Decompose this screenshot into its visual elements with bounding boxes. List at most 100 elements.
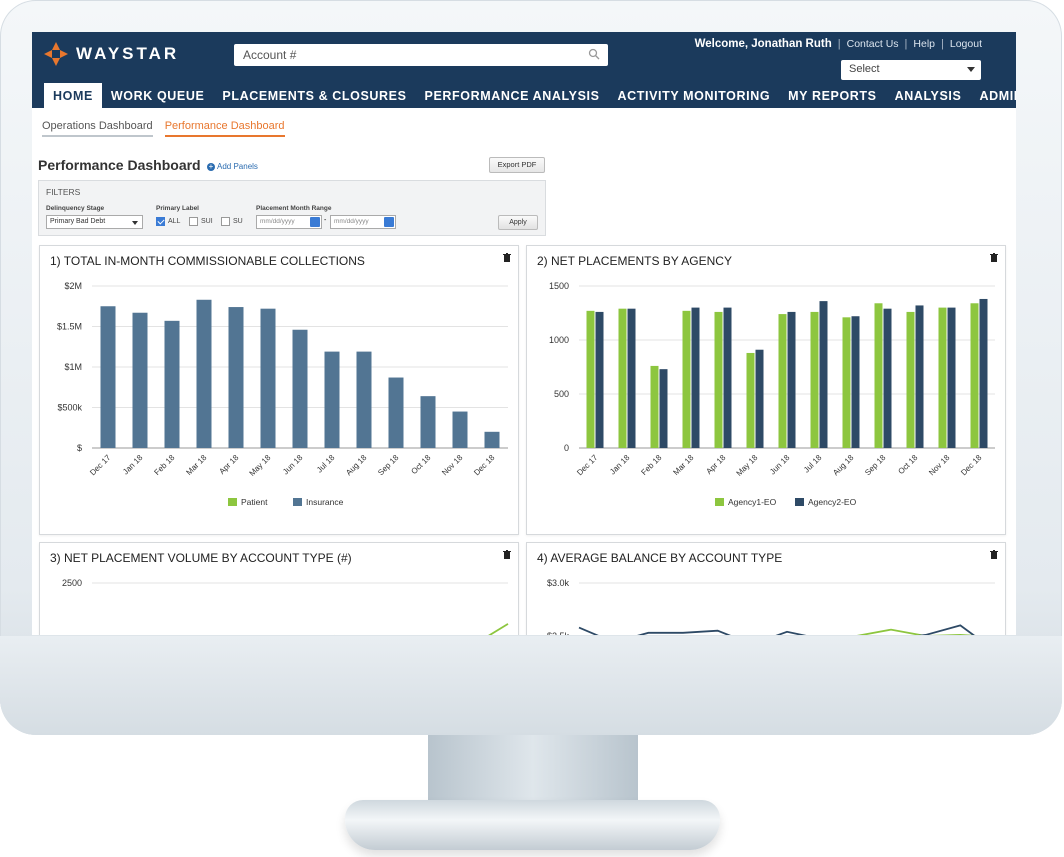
trash-icon[interactable] — [990, 550, 998, 559]
checkbox-su[interactable]: SU — [221, 217, 243, 226]
x-tick-label: Sep 18 — [376, 453, 401, 478]
checkbox-checked-icon — [156, 217, 165, 226]
legend-label: Agency1-EO — [728, 497, 777, 507]
nav-home[interactable]: HOME — [44, 83, 102, 108]
x-tick-label: Mar 18 — [184, 453, 208, 477]
bar — [292, 329, 308, 448]
header-select[interactable]: Select — [841, 60, 981, 80]
bar — [883, 308, 892, 448]
bar — [787, 311, 796, 448]
panel-average-balance: 4) AVERAGE BALANCE BY ACCOUNT TYPE $2.0k… — [526, 542, 1006, 635]
logo[interactable]: WAYSTAR — [44, 42, 179, 66]
y-tick-label: 2500 — [62, 578, 82, 588]
bar — [915, 305, 924, 448]
bar — [723, 307, 732, 448]
bar — [714, 311, 723, 448]
bar — [682, 310, 691, 448]
x-tick-label: Jun 18 — [281, 453, 305, 477]
x-tick-label: Jan 18 — [608, 453, 632, 477]
x-tick-label: May 18 — [734, 453, 759, 478]
start-date-placeholder: mm/dd/yyyy — [260, 218, 295, 225]
bar — [420, 396, 436, 448]
nav-analysis[interactable]: ANALYSIS — [886, 83, 971, 108]
trash-icon[interactable] — [503, 550, 511, 559]
nav-admin[interactable]: ADMIN — [970, 83, 1016, 108]
nav-work-queue[interactable]: WORK QUEUE — [102, 83, 214, 108]
end-date-input[interactable]: mm/dd/yyyy — [330, 215, 396, 229]
checkbox-sui-label: SUI — [201, 218, 213, 225]
bar — [260, 308, 276, 448]
bar — [627, 308, 636, 448]
nav-my-reports[interactable]: MY REPORTS — [779, 83, 885, 108]
nav-placements-closures[interactable]: PLACEMENTS & CLOSURES — [213, 83, 415, 108]
y-tick-label: $ — [77, 443, 82, 453]
export-pdf-button[interactable]: Export PDF — [489, 157, 545, 173]
logout-link[interactable]: Logout — [950, 38, 982, 50]
plus-icon: + — [207, 161, 215, 171]
delinquency-select[interactable]: Primary Bad Debt — [46, 215, 143, 229]
delinquency-value: Primary Bad Debt — [50, 218, 106, 225]
tab-performance-dashboard[interactable]: Performance Dashboard — [164, 120, 285, 137]
chart-placements-agency: 0 500 1000 1500 Dec 17 Jan 18 Feb 18 Mar 18 Apr … — [549, 281, 995, 507]
monitor-chin — [0, 636, 1062, 735]
user-welcome: Welcome, Jonathan Ruth | Contact Us | He… — [694, 38, 982, 50]
contact-us-link[interactable]: Contact Us — [847, 38, 899, 50]
end-date-placeholder: mm/dd/yyyy — [334, 218, 369, 225]
y-tick-label: $1.5M — [57, 322, 82, 332]
x-tick-label: Nov 18 — [927, 453, 952, 478]
legend-label: Patient — [241, 497, 268, 507]
bar — [484, 431, 500, 448]
checkbox-all[interactable]: ALL — [156, 217, 180, 226]
bar — [979, 298, 988, 448]
y-tick-label: $2M — [64, 281, 82, 291]
x-tick-label: Feb 18 — [152, 453, 176, 477]
search-icon[interactable] — [588, 48, 600, 60]
add-panels-link[interactable]: + Add Panels — [207, 162, 258, 171]
start-date-input[interactable]: mm/dd/yyyy — [256, 215, 322, 229]
nav-activity-monitoring[interactable]: ACTIVITY MONITORING — [609, 83, 780, 108]
checkbox-sui[interactable]: SUI — [189, 217, 213, 226]
chevron-down-icon — [967, 67, 975, 72]
primary-label-heading: Primary Label — [156, 205, 199, 212]
checkbox-icon — [221, 217, 230, 226]
bar — [947, 307, 956, 448]
trash-icon[interactable] — [503, 253, 511, 262]
checkbox-icon — [189, 217, 198, 226]
x-tick-label: Nov 18 — [440, 453, 465, 478]
panel-title: 1) TOTAL IN-MONTH COMMISSIONABLE COLLECT… — [50, 254, 365, 268]
tab-operations-dashboard[interactable]: Operations Dashboard — [42, 120, 153, 137]
bar — [778, 314, 787, 448]
chart-volume-account-type: 20002500 — [62, 578, 509, 635]
apply-button[interactable]: Apply — [498, 215, 538, 230]
page-title: Performance Dashboard — [38, 157, 201, 173]
waystar-logo-icon — [44, 42, 68, 66]
bar — [388, 377, 404, 448]
y-tick-label: $3.0k — [547, 578, 570, 588]
delinquency-label: Delinquency Stage — [46, 205, 105, 212]
y-tick-label: $1M — [64, 362, 82, 372]
calendar-icon[interactable] — [310, 217, 320, 227]
bar — [970, 303, 979, 448]
bar — [618, 308, 627, 448]
help-link[interactable]: Help — [913, 38, 935, 50]
account-search-input[interactable]: Account # — [234, 44, 608, 66]
trash-icon[interactable] — [990, 253, 998, 262]
x-tick-label: Dec 17 — [575, 453, 600, 478]
monitor-stand-neck — [428, 735, 638, 807]
nav-performance-analysis[interactable]: PERFORMANCE ANALYSIS — [416, 83, 609, 108]
bar — [164, 320, 180, 448]
bar — [586, 310, 595, 448]
chevron-down-icon — [132, 221, 138, 225]
x-tick-label: Feb 18 — [639, 453, 663, 477]
x-tick-label: Dec 18 — [472, 453, 497, 478]
legend-label: Insurance — [306, 497, 344, 507]
bar — [132, 312, 148, 448]
calendar-icon[interactable] — [384, 217, 394, 227]
checkbox-su-label: SU — [233, 218, 243, 225]
legend-label: Agency2-EO — [808, 497, 857, 507]
x-tick-label: Apr 18 — [217, 453, 240, 476]
bar — [659, 369, 668, 448]
legend-swatch — [293, 498, 302, 506]
filters-panel: FILTERS Delinquency Stage Primary Bad De… — [38, 180, 546, 236]
bar — [746, 352, 755, 448]
